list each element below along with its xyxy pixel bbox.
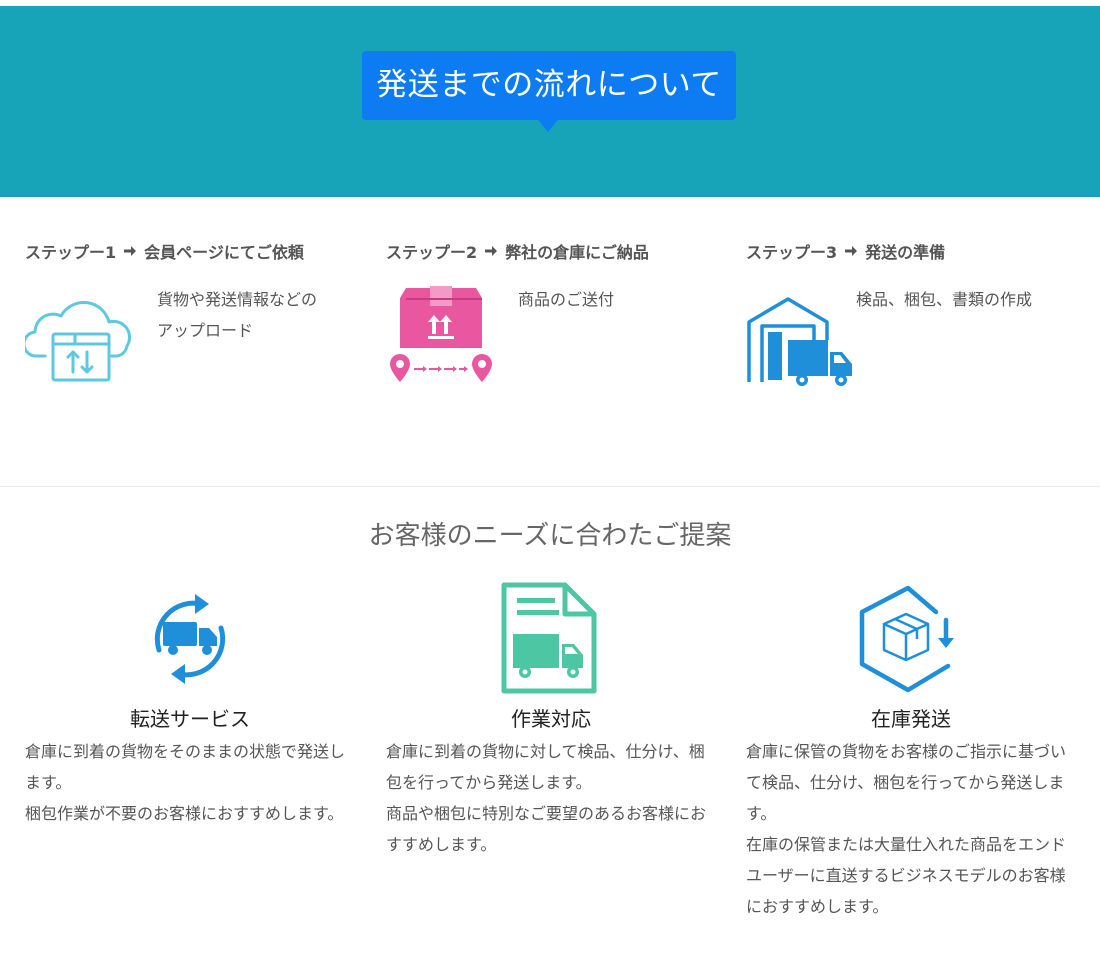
step-3-desc: 検品、梱包、書類の作成 xyxy=(856,290,1033,309)
arrow-right-icon xyxy=(485,246,498,256)
step-2-desc: 商品のご送付 xyxy=(518,290,615,309)
step-3-title: ステップー3 発送の準備 xyxy=(746,238,945,264)
step-3: ステップー3 発送の準備 検品、梱包、書類の作成 xyxy=(746,238,1086,428)
service-inventory-name: 在庫発送 xyxy=(871,707,951,731)
service-processing-desc: 倉庫に到着の貨物に対して検品、仕分け、梱包を行ってから発送します。 商品や梱包に… xyxy=(386,742,707,854)
hero-title: 発送までの流れについて xyxy=(362,51,736,132)
step-1-label: ステップー1 xyxy=(25,243,117,262)
service-processing-name: 作業対応 xyxy=(511,707,591,731)
cloud-upload-icon xyxy=(25,300,132,382)
document-truck-icon xyxy=(501,582,597,694)
truck-cycle-icon xyxy=(154,594,226,684)
step-2-heading: 弊社の倉庫にご納品 xyxy=(505,243,649,262)
step-1: ステップー1 会員ページにてご依頼 貨物や発送情報などの アップロード xyxy=(25,238,365,428)
service-forwarding-desc: 倉庫に到着の貨物をそのままの状態で発送します。 梱包作業が不要のお客様におすすめ… xyxy=(25,742,346,823)
warehouse-truck-icon xyxy=(747,297,852,386)
step-1-heading: 会員ページにてご依頼 xyxy=(144,243,304,262)
service-forwarding-name: 転送サービス xyxy=(130,707,250,731)
step-2-title: ステップー2 弊社の倉庫にご納品 xyxy=(386,238,649,264)
section-divider xyxy=(0,486,1100,487)
box-hexagon-icon xyxy=(859,585,954,693)
package-delivery-icon xyxy=(390,286,492,382)
step-3-label: ステップー3 xyxy=(746,243,838,262)
hero-banner: 発送までの流れについて xyxy=(0,6,1100,197)
step-1-desc: 貨物や発送情報などの アップロード xyxy=(157,290,318,340)
section-title: お客様のニーズに合わたご提案 xyxy=(368,521,732,551)
arrow-right-icon xyxy=(124,246,137,256)
step-3-heading: 発送の準備 xyxy=(865,243,946,262)
service-inventory-desc: 倉庫に保管の貨物をお客様のご指示に基づいて検品、仕分け、梱包を行ってから発送しま… xyxy=(746,742,1067,916)
step-2-label: ステップー2 xyxy=(386,243,478,262)
step-2: ステップー2 弊社の倉庫にご納品 商品のご送付 xyxy=(386,238,726,428)
arrow-right-icon xyxy=(845,246,858,256)
step-1-title: ステップー1 会員ページにてご依頼 xyxy=(25,238,304,264)
